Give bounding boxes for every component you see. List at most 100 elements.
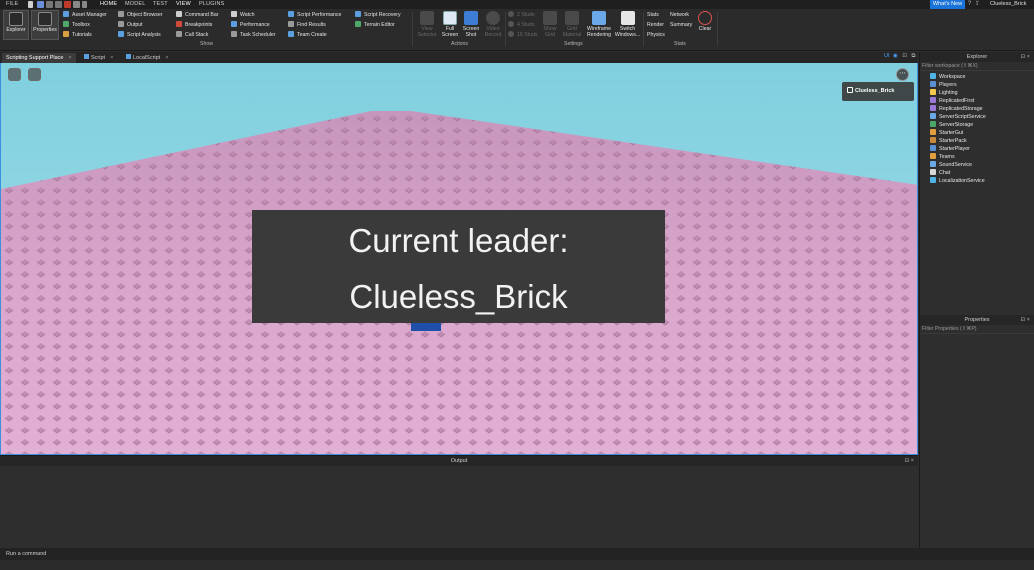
ribbon-separator (717, 12, 718, 46)
render-stats-button[interactable]: Render (647, 21, 664, 30)
panel-controls[interactable]: ⊡ × (1021, 315, 1030, 325)
explorer-item[interactable]: Lighting (920, 89, 1034, 97)
explorer-item[interactable]: Chat (920, 169, 1034, 177)
help-icon[interactable]: ? (966, 1, 973, 8)
wireframe-rendering-button[interactable]: Wireframe Rendering (585, 10, 613, 40)
explorer-item[interactable]: StarterPack (920, 137, 1034, 145)
explorer-item[interactable]: Workspace (920, 73, 1034, 81)
open-folder-icon[interactable] (37, 1, 44, 8)
view-selector-button[interactable]: View Selector (416, 10, 438, 40)
leader-display: Current leader: Clueless_Brick (252, 210, 665, 323)
stop-icon[interactable] (64, 1, 71, 8)
explorer-item[interactable]: Teams (920, 153, 1034, 161)
properties-icon (38, 12, 52, 26)
tab-scripting-support-place[interactable]: Scripting Support Place × (2, 53, 76, 63)
physics-stats-button[interactable]: Physics (647, 31, 665, 40)
share-icon[interactable]: ⇪ (974, 1, 981, 8)
command-input[interactable]: Run a command (6, 551, 46, 557)
explorer-item[interactable]: ServerStorage (920, 121, 1034, 129)
explorer-item[interactable]: Players (920, 81, 1034, 89)
explorer-item[interactable]: StarterPlayer (920, 145, 1034, 153)
pin-icon[interactable]: ⊡ (902, 53, 907, 59)
performance-button[interactable]: Performance (231, 21, 270, 30)
script-performance-button[interactable]: Script Performance (288, 11, 341, 20)
clear-stats-button[interactable]: Clear (696, 10, 714, 40)
close-icon[interactable]: × (68, 55, 71, 61)
more-icon[interactable] (82, 1, 87, 8)
menu-test[interactable]: TEST (153, 1, 168, 7)
explorer-title-bar: Explorer ⊡ × (920, 52, 1034, 62)
stats-button[interactable]: Stats (647, 11, 659, 20)
output-panel: Output ⊡ × (0, 455, 918, 546)
explorer-item[interactable]: ReplicatedStorage (920, 105, 1034, 113)
studs-4-option[interactable]: 4 Studs (508, 21, 535, 30)
more-options-icon[interactable]: ⋯ (896, 68, 909, 81)
performance-icon (231, 21, 237, 27)
summary-stats-button[interactable]: Summary (670, 21, 692, 30)
script-recovery-icon (355, 11, 361, 17)
explorer-item[interactable]: LocalizationService (920, 177, 1034, 185)
grid-material-button[interactable]: Grid Material (561, 10, 583, 40)
command-bar-button[interactable]: Command Bar (176, 11, 218, 20)
terrain-editor-button[interactable]: Terrain Editor (355, 21, 395, 30)
properties-button[interactable]: Properties (31, 10, 59, 40)
new-file-icon[interactable] (28, 1, 33, 8)
network-stats-button[interactable]: Network (670, 11, 689, 20)
ui-toggle[interactable]: UI (884, 53, 890, 59)
team-create-button[interactable]: Team Create (288, 31, 327, 40)
output-button[interactable]: Output (118, 21, 143, 30)
switch-windows-button[interactable]: Switch Windows... (614, 10, 641, 40)
undo-icon[interactable] (46, 1, 53, 8)
panel-controls[interactable]: ⊡ × (905, 456, 914, 466)
explorer-button[interactable]: Explorer (3, 10, 29, 40)
script-recovery-button[interactable]: Script Recovery (355, 11, 401, 20)
studs-16-option[interactable]: 16 Studs (508, 31, 537, 40)
show-grid-button[interactable]: Show Grid (541, 10, 559, 40)
script-analysis-button[interactable]: Script Analysis (118, 31, 161, 40)
studs-2-option[interactable]: 2 Studs (508, 11, 535, 20)
whats-new-button[interactable]: What's New (930, 0, 965, 9)
close-icon[interactable]: × (165, 55, 168, 61)
explorer-item[interactable]: ReplicatedFirst (920, 97, 1034, 105)
stats-group-label: Stats (674, 41, 686, 47)
roblox-menu-icon[interactable] (8, 68, 21, 81)
panel-controls[interactable]: ⊡ × (1021, 52, 1030, 62)
publish-icon[interactable] (73, 1, 80, 8)
watch-button[interactable]: Watch (231, 11, 255, 20)
close-icon[interactable]: × (110, 55, 113, 61)
properties-filter-input[interactable]: Filter Properties (⇧⌘P) (920, 325, 1034, 334)
explorer-item-label: ReplicatedFirst (939, 98, 975, 104)
visibility-icon[interactable]: ◉ (893, 53, 898, 59)
menu-file[interactable]: FILE (6, 1, 18, 7)
breakpoints-icon (176, 21, 182, 27)
call-stack-button[interactable]: Call Stack (176, 31, 208, 40)
explorer-item[interactable]: ServerScriptService (920, 113, 1034, 121)
explorer-item[interactable]: StarterGui (920, 129, 1034, 137)
explorer-filter-input[interactable]: Filter workspace (⇧⌘X) (920, 62, 1034, 71)
service-icon (930, 137, 936, 143)
object-browser-button[interactable]: Object Browser (118, 11, 162, 20)
breakpoints-button[interactable]: Breakpoints (176, 21, 212, 30)
command-bar[interactable]: Run a command (0, 548, 1034, 560)
screen-shot-button[interactable]: Screen Shot (461, 10, 481, 40)
player-list-entry[interactable]: Clueless_Brick (842, 82, 914, 101)
menu-home[interactable]: HOME (100, 1, 117, 7)
menu-model[interactable]: MODEL (125, 1, 146, 7)
task-scheduler-button[interactable]: Task Scheduler (231, 31, 275, 40)
toolbox-button[interactable]: Toolbox (63, 21, 90, 30)
chat-icon[interactable] (28, 68, 41, 81)
menu-view[interactable]: VIEW (176, 1, 191, 7)
tab-script[interactable]: Script × (80, 53, 117, 63)
explorer-item[interactable]: SoundService (920, 161, 1034, 169)
tab-localscript[interactable]: LocalScript × (122, 53, 172, 63)
maximize-icon[interactable]: ⧉ (912, 53, 916, 59)
asset-manager-button[interactable]: Asset Manager (63, 11, 107, 20)
menu-plugins[interactable]: PLUGINS (199, 1, 225, 7)
redo-icon[interactable] (55, 1, 62, 8)
find-results-button[interactable]: Find Results (288, 21, 326, 30)
settings-group-label: Settings (564, 41, 583, 47)
video-record-button[interactable]: Video Record (482, 10, 504, 40)
username-label[interactable]: Clueless_Brick (990, 1, 1026, 7)
full-screen-button[interactable]: Full Screen (440, 10, 460, 40)
tutorials-button[interactable]: Tutorials (63, 31, 92, 40)
